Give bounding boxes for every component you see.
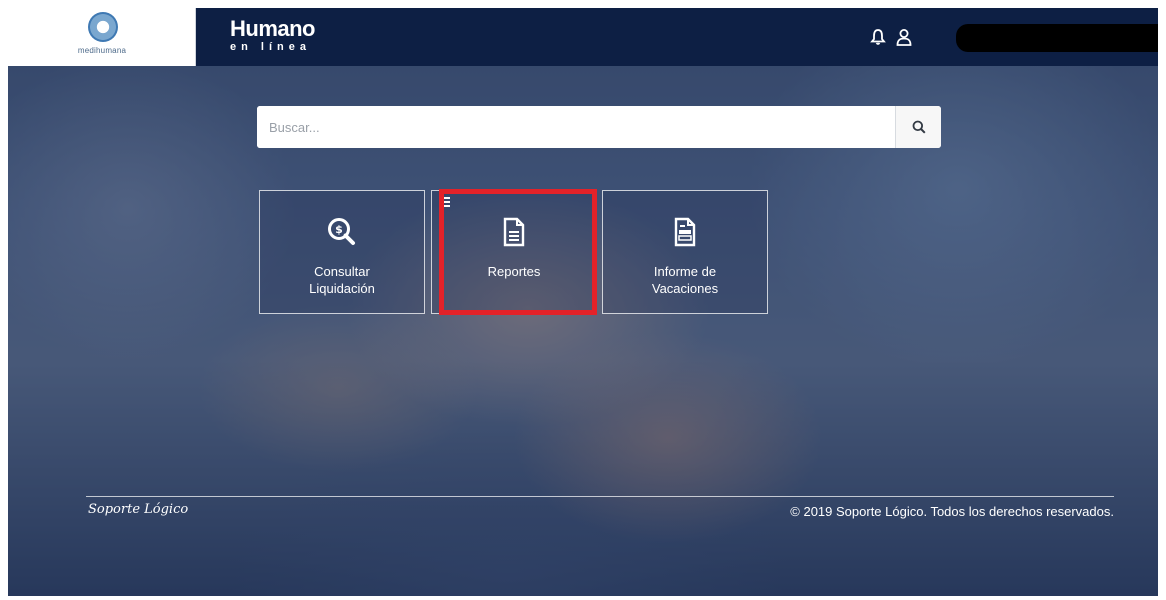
drag-handle-icon[interactable]: [444, 196, 450, 210]
tile-label-line1: Informe de: [653, 264, 717, 279]
brand-name: medihumana: [77, 46, 127, 55]
tile-label-line2: Liquidación: [309, 281, 375, 296]
vacation-report-icon: [674, 217, 696, 247]
top-bar: medihumana Humano en línea: [8, 8, 1158, 66]
search-input[interactable]: [257, 106, 895, 148]
tile-label-line1: Reportes: [487, 264, 541, 279]
app-title[interactable]: Humano: [230, 18, 316, 40]
footer-copyright: © 2019 Soporte Lógico. Todos los derecho…: [790, 504, 1114, 519]
bell-icon[interactable]: [870, 28, 886, 46]
tile-label-line1: Consultar: [314, 264, 370, 279]
user-icon[interactable]: [896, 28, 912, 46]
brand-logo-icon: [88, 12, 118, 42]
footer-signature: Soporte Lógico: [88, 502, 189, 517]
document-icon: [503, 217, 525, 247]
tile-informe-vacaciones[interactable]: Informe de Vacaciones: [602, 190, 768, 314]
search-bar: [257, 106, 941, 148]
page-frame: medihumana Humano en línea $: [8, 8, 1158, 596]
user-name-redacted[interactable]: [956, 24, 1158, 52]
brand-logo[interactable]: medihumana: [8, 8, 196, 66]
tile-reportes[interactable]: Reportes: [431, 190, 597, 314]
search-button[interactable]: [895, 106, 941, 148]
svg-text:$: $: [335, 223, 343, 236]
dollar-search-icon: $: [328, 218, 355, 245]
tile-label-line2: Vacaciones: [651, 281, 719, 296]
search-icon: [912, 120, 926, 134]
app-subtitle: en línea: [230, 41, 311, 53]
tile-consultar-liquidacion[interactable]: $ Consultar Liquidación: [259, 190, 425, 314]
footer-divider: [86, 496, 1114, 497]
